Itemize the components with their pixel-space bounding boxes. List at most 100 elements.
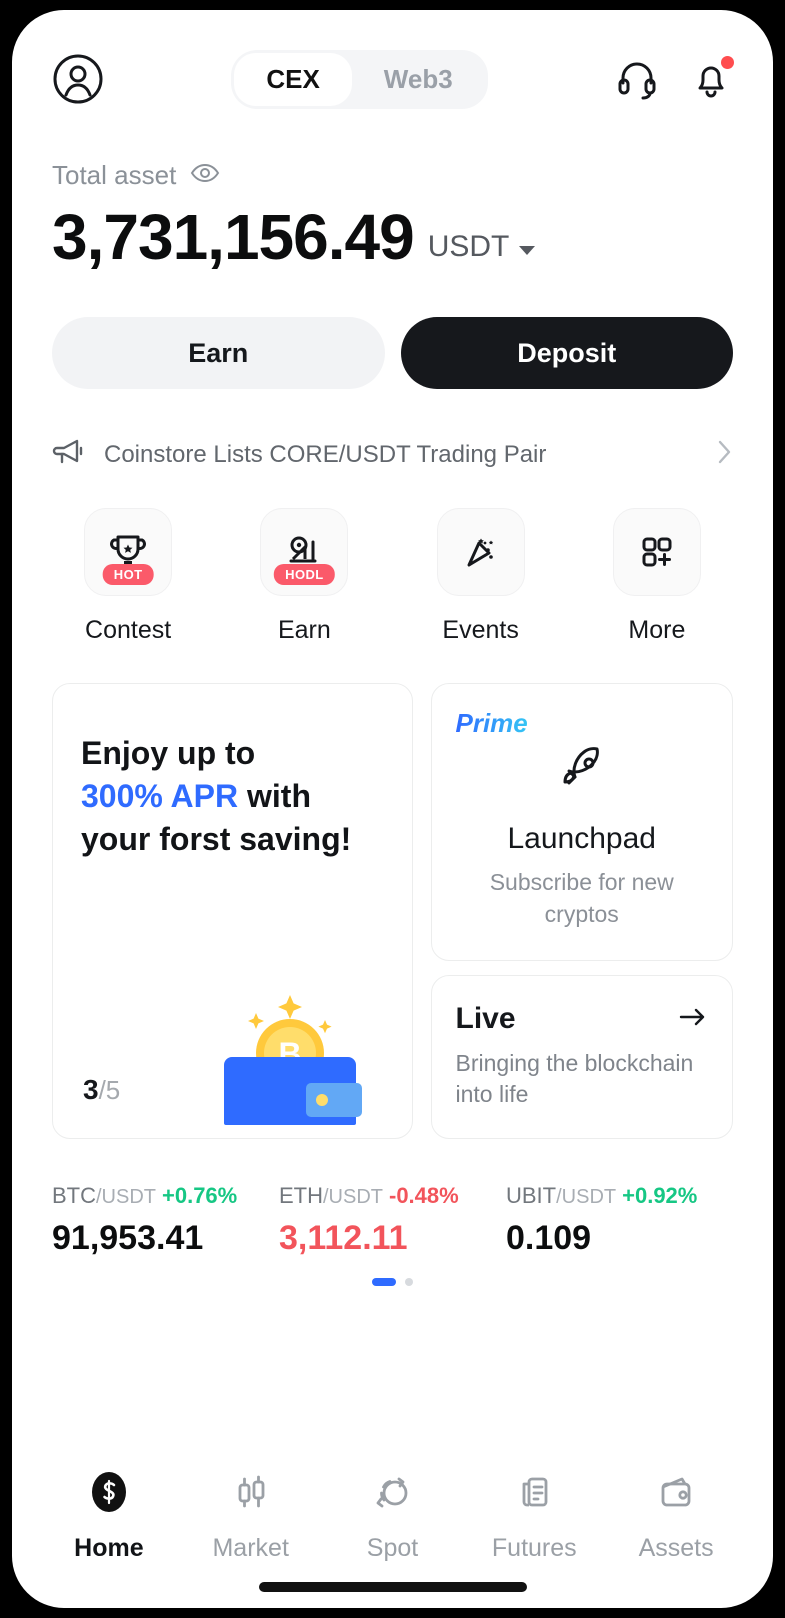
events-tile[interactable] [436,508,525,596]
earn-tile[interactable]: HODL [260,508,349,596]
balance-section: Total asset 3,731,156.49 USDT [12,118,773,269]
live-title: Live [455,1002,516,1036]
saving-promo-card[interactable]: Enjoy up to 300% APR with your forst sav… [52,683,413,1140]
ticker-price: 3,112.11 [279,1219,408,1258]
coinstore-logo-icon [86,1469,132,1520]
ticker-row: BTC/USDT +0.76% 91,953.41 ETH/USDT -0.48% … [12,1139,773,1258]
quick-actions: HOT Contest HODL Earn Events More [12,472,773,645]
wallet-with-bitcoin-coin-icon: B [194,965,384,1130]
home-indicator [258,1582,527,1592]
live-card[interactable]: Live Bringing the blockchain into life [430,975,733,1140]
ticker-pager[interactable] [12,1278,773,1287]
launchpad-card[interactable]: Prime Launchpad Subscribe for new crypto… [430,683,733,962]
chevron-down-icon[interactable] [519,246,536,255]
nav-label: Market [212,1534,289,1562]
live-subtitle: Bringing the blockchain into life [455,1050,694,1108]
ticker-quote: /USDT [323,1186,383,1209]
pager-dot-active[interactable] [372,1278,396,1287]
total-asset-label: Total asset [52,160,177,190]
app-screen: CEX Web3 Total asset 3,731,156.49 USDT E… [12,10,773,1608]
arrow-right-icon[interactable] [678,1006,708,1033]
promo-section: Enjoy up to 300% APR with your forst sav… [12,645,773,1140]
ticker-eth[interactable]: ETH/USDT -0.48% 3,112.11 [279,1183,506,1258]
quick-action-label: Events [442,616,519,644]
ticker-quote: /USDT [96,1186,156,1209]
ticker-pair: BTC/USDT +0.76% [52,1183,279,1209]
ticker-base: UBIT [506,1183,557,1209]
contest-badge: HOT [102,564,154,585]
swap-circles-icon [369,1469,415,1520]
more-tile[interactable] [612,508,701,596]
quick-action-label: Contest [85,616,172,644]
wallet-icon [653,1469,699,1520]
promo-carousel-counter: 3/5 [83,1074,120,1106]
promo-apr-highlight: 300% APR [81,777,239,814]
document-chart-icon [511,1469,557,1520]
promo-right-column: Prime Launchpad Subscribe for new crypto… [430,683,733,1140]
nav-label: Home [74,1534,144,1562]
user-circle-icon[interactable] [52,53,104,105]
nav-item-assets[interactable]: Assets [605,1469,747,1563]
launchpad-title: Launchpad [507,822,656,855]
grid-plus-icon [642,537,672,567]
balance-row: 3,731,156.49 USDT [52,205,733,269]
nav-label: Assets [638,1534,714,1562]
ticker-base: ETH [279,1183,323,1209]
ticker-pair: ETH/USDT -0.48% [279,1183,506,1209]
carousel-current: 3 [83,1074,99,1106]
ticker-price: 91,953.41 [52,1219,204,1258]
header-icon-group [615,56,734,101]
nav-item-home[interactable]: Home [38,1469,180,1563]
contest-tile[interactable]: HOT [84,508,173,596]
ticker-pair: UBIT/USDT +0.92% [506,1183,733,1209]
earn-button[interactable]: Earn [52,317,385,389]
phone-frame: CEX Web3 Total asset 3,731,156.49 USDT E… [0,0,785,1618]
quick-action-events[interactable]: Events [393,508,569,645]
nav-item-market[interactable]: Market [180,1469,322,1563]
deposit-button[interactable]: Deposit [400,317,733,389]
notification-badge [721,56,734,69]
announcement-bar[interactable]: Coinstore Lists CORE/USDT Trading Pair [12,389,773,472]
quick-action-more[interactable]: More [569,508,745,645]
ticker-change: +0.92% [622,1183,698,1209]
promo-line-2-rest: with [238,777,311,814]
promo-line-1: Enjoy up to [81,735,256,771]
nav-label: Futures [491,1534,577,1562]
bottom-nav: Home Market Spot Futures Assets [12,1450,773,1582]
eye-icon[interactable] [190,163,220,188]
launchpad-subtitle: Subscribe for new cryptos [489,869,674,928]
ticker-btc[interactable]: BTC/USDT +0.76% 91,953.41 [52,1183,279,1258]
prime-tag: Prime [455,708,528,738]
candlestick-icon [228,1469,274,1520]
quick-action-label: Earn [277,616,331,644]
rocket-icon [551,739,613,806]
party-popper-icon [467,538,493,567]
quick-action-earn[interactable]: HODL Earn [216,508,392,645]
nav-label: Spot [366,1534,419,1562]
primary-actions: Earn Deposit [12,269,773,389]
app-header: CEX Web3 [12,10,773,118]
tab-cex[interactable]: CEX [234,52,352,106]
balance-amount: 3,731,156.49 [52,201,415,273]
ticker-base: BTC [52,1183,96,1209]
nav-item-spot[interactable]: Spot [322,1469,464,1563]
bell-icon[interactable] [689,56,734,101]
cex-web3-toggle[interactable]: CEX Web3 [231,49,488,109]
ticker-quote: /USDT [556,1186,617,1209]
headset-icon[interactable] [615,57,659,101]
ticker-change: -0.48% [389,1183,459,1209]
tab-web3[interactable]: Web3 [352,53,485,106]
ticker-price: 0.109 [506,1219,592,1258]
earn-badge: HODL [274,564,335,585]
announcement-text: Coinstore Lists CORE/USDT Trading Pair [104,440,547,468]
pager-dot[interactable] [405,1278,413,1287]
chevron-right-icon[interactable] [717,439,733,470]
nav-item-futures[interactable]: Futures [463,1469,605,1563]
carousel-total: /5 [98,1075,121,1106]
quick-action-label: More [628,616,686,644]
quick-action-contest[interactable]: HOT Contest [40,508,216,645]
total-asset-row: Total asset [52,160,733,191]
balance-currency[interactable]: USDT [428,230,510,269]
ticker-ubit[interactable]: UBIT/USDT +0.92% 0.109 [506,1183,733,1258]
